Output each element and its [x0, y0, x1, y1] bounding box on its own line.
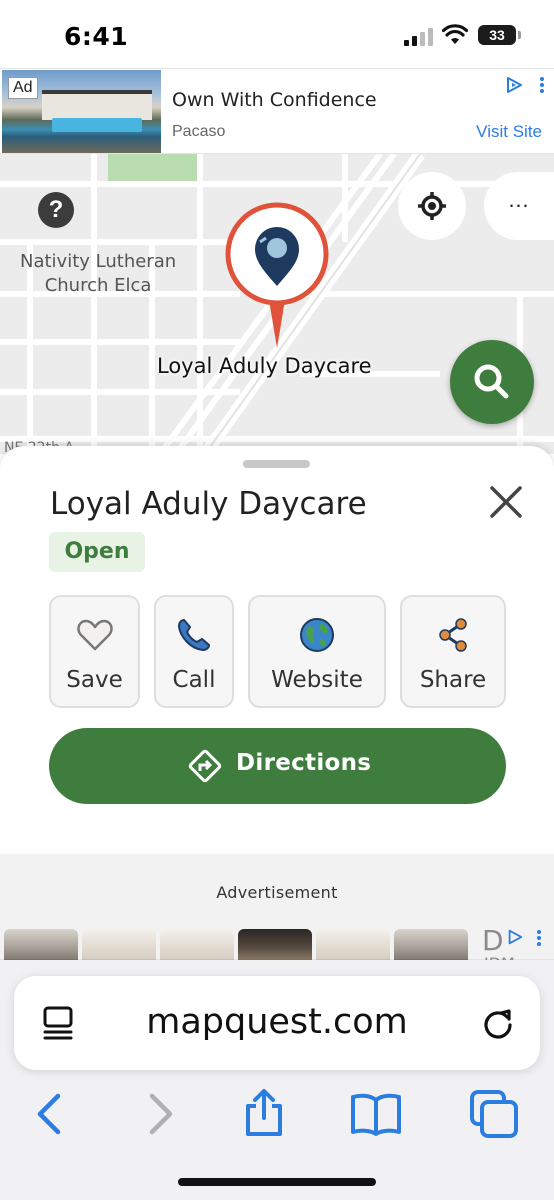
place-details-sheet: Loyal Aduly Daycare Open Save Call Websi… — [0, 446, 554, 854]
website-label: Website — [271, 667, 363, 693]
help-button[interactable]: ? — [38, 192, 74, 228]
directions-button[interactable]: Directions — [49, 728, 506, 804]
visit-site-link[interactable]: Visit Site — [476, 122, 542, 142]
call-button[interactable]: Call — [154, 595, 234, 708]
cellular-signal-icon — [404, 28, 434, 46]
back-icon[interactable] — [22, 1086, 78, 1142]
ad-brand-fragment: D — [482, 924, 504, 957]
search-button[interactable] — [450, 340, 534, 424]
battery-icon: 33 — [478, 25, 521, 45]
url-text[interactable]: mapquest.com — [14, 1002, 540, 1042]
church-map-label: Nativity Lutheran Church Elca — [20, 251, 177, 296]
locate-me-button[interactable] — [398, 172, 466, 240]
wifi-icon — [442, 24, 468, 44]
status-bar: 6:41 33 — [0, 0, 554, 68]
tabs-icon[interactable] — [466, 1086, 522, 1142]
address-bar[interactable]: mapquest.com — [14, 976, 540, 1070]
share-label: Share — [419, 667, 487, 693]
pin-label: Loyal Aduly Daycare — [157, 354, 372, 378]
phone-icon — [177, 618, 211, 652]
home-indicator[interactable] — [178, 1178, 376, 1186]
adchoices-icon[interactable] — [506, 928, 524, 946]
top-ad-banner[interactable]: Ad Own With Confidence Pacaso Visit Site — [0, 68, 554, 154]
ad-advertiser: Pacaso — [172, 123, 226, 140]
crosshair-icon — [418, 192, 446, 220]
ad-options-icon[interactable] — [536, 928, 542, 950]
save-button[interactable]: Save — [49, 595, 140, 708]
call-label: Call — [172, 667, 216, 693]
ad-title[interactable]: Own With Confidence — [172, 89, 377, 111]
close-icon[interactable] — [484, 480, 528, 524]
ad-badge: Ad — [8, 77, 38, 99]
more-options-button[interactable]: … — [484, 172, 554, 240]
directions-label: Directions — [236, 750, 372, 776]
location-pin-icon[interactable] — [222, 202, 332, 352]
adchoices-icon[interactable] — [504, 75, 524, 95]
heart-icon — [76, 619, 113, 651]
directions-icon — [188, 749, 222, 783]
open-status-badge: Open — [49, 532, 145, 572]
browser-toolbar: mapquest.com — [0, 960, 554, 1200]
map-view[interactable]: Nativity Lutheran Church Elca NE 22th A … — [0, 154, 554, 454]
share-icon[interactable] — [236, 1086, 292, 1142]
search-icon — [474, 364, 509, 399]
ad-options-icon[interactable] — [538, 75, 546, 97]
save-label: Save — [66, 667, 123, 693]
place-title: Loyal Aduly Daycare — [50, 486, 367, 522]
sheet-grabber[interactable] — [243, 460, 310, 468]
globe-icon — [300, 618, 334, 652]
forward-icon[interactable] — [132, 1086, 188, 1142]
advertisement-label: Advertisement — [216, 883, 338, 902]
share-icon — [439, 618, 467, 652]
clock: 6:41 — [64, 22, 129, 51]
reload-icon[interactable] — [480, 1005, 516, 1041]
advertisement-area: Advertisement D JDM — [0, 854, 554, 974]
website-button[interactable]: Website — [248, 595, 386, 708]
bookmarks-icon[interactable] — [348, 1086, 404, 1142]
share-button[interactable]: Share — [400, 595, 506, 708]
